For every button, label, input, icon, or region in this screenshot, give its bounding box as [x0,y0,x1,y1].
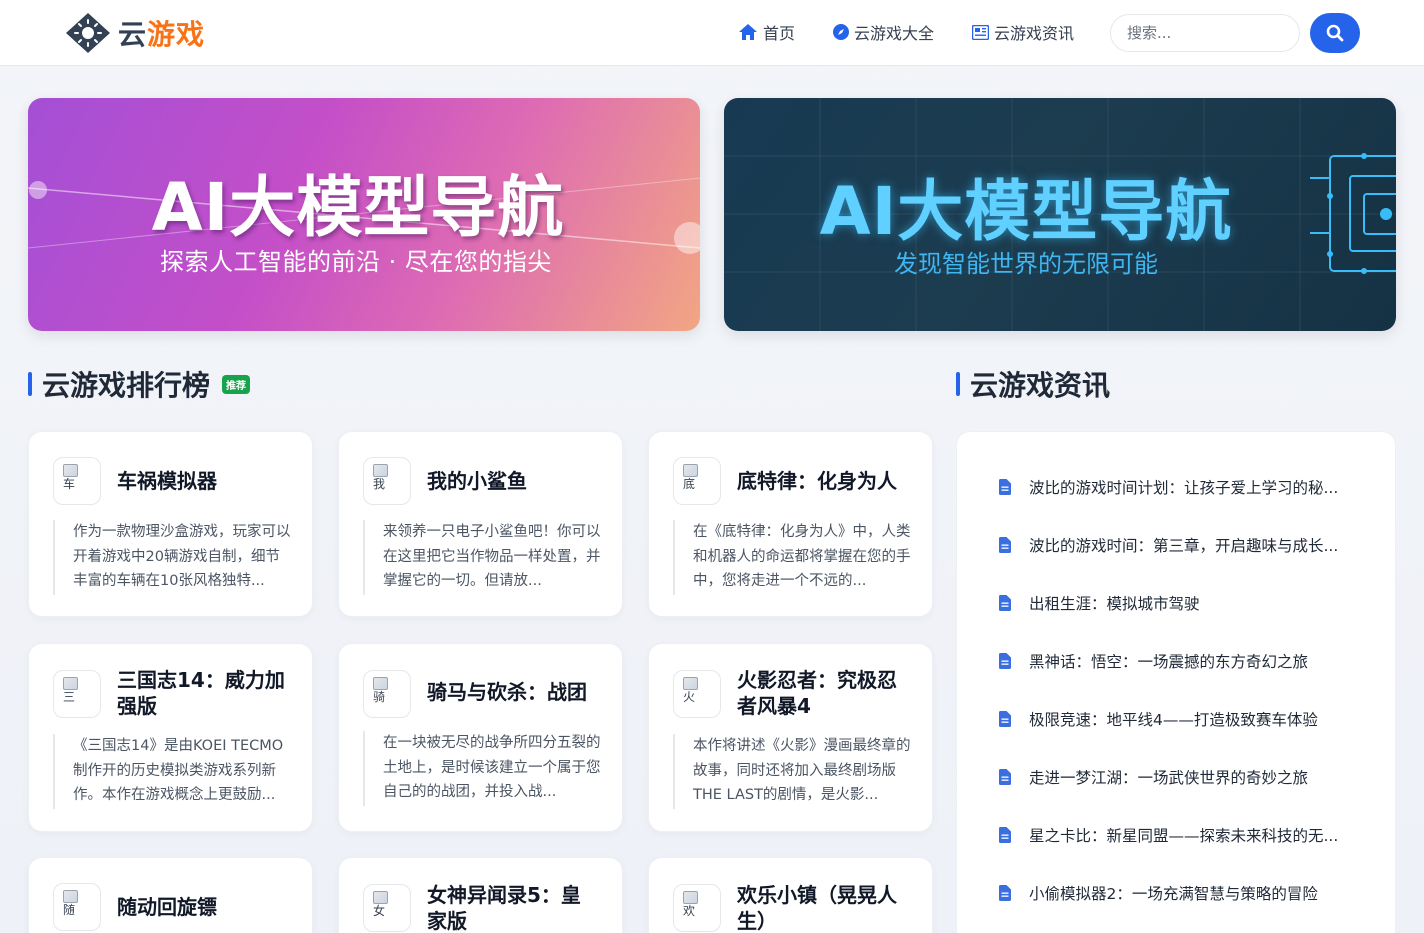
news-item-title: 黑神话：悟空：一场震撼的东方奇幻之旅 [1029,653,1309,671]
banner-subtitle: 发现智能世界的无限可能 [894,250,1158,278]
news-heading: 云游戏资讯 [970,369,1111,402]
game-icon: 随 [53,883,101,931]
game-description: 作为一款物理沙盒游戏，玩家可以开着游戏中20辆游戏自制，细节丰富的车辆在10张风… [53,520,293,595]
banner-ai-navigation-2[interactable]: AI大模型导航 发现智能世界的无限可能 [724,98,1396,331]
nav-news-label: 云游戏资讯 [994,24,1075,43]
banner-subtitle: 探索人工智能的前沿 · 尽在您的指尖 [160,248,552,276]
game-icon: 欢 [673,884,721,932]
game-title: 欢乐小镇（晃晃人生） [737,883,897,933]
document-icon [999,595,1011,611]
site-logo[interactable]: 云游戏 [64,11,205,55]
game-icon: 骑 [363,670,411,718]
nav-news[interactable]: 云游戏资讯 [972,20,1074,44]
news-item[interactable]: 波比的游戏时间计划：让孩子爱上学习的秘... [999,476,1338,498]
search-icon [1326,24,1344,42]
document-icon [999,711,1011,727]
news-item[interactable]: 极限竞速：地平线4——打造极致赛车体验 [999,708,1318,730]
newspaper-icon [972,24,990,40]
news-item-title: 极限竞速：地平线4——打造极致赛车体验 [1029,711,1318,729]
search-input[interactable] [1110,14,1300,52]
section-bar [956,372,960,396]
game-title: 女神异闻录5：皇家版 [427,883,581,933]
game-icon: 车 [53,457,101,505]
nav-all-games-label: 云游戏大全 [854,24,935,43]
main-nav: 首页 云游戏大全 云游戏资讯 [738,20,1074,44]
nav-home-label: 首页 [763,24,796,43]
game-card[interactable]: 骑 骑马与砍杀：战团 在一块被无尽的战争所四分五裂的土地上，是时候该建立一个属于… [338,643,623,832]
news-item-title: 走进一梦江湖：一场武侠世界的奇妙之旅 [1029,769,1309,787]
game-title: 底特律：化身为人 [737,469,897,493]
game-description: 本作将讲述《火影》漫画最终章的故事，同时还将加入最终剧场版THE LAST的剧情… [673,734,913,809]
game-description: 《三国志14》是由KOEI TECMO制作开的历史模拟类游戏系列新作。本作在游戏… [53,734,293,809]
game-card[interactable]: 三 三国志14：威力加强版 《三国志14》是由KOEI TECMO制作开的历史模… [28,643,313,832]
game-title: 火影忍者：究极忍者风暴4 [737,668,897,718]
game-title: 车祸模拟器 [117,469,217,493]
game-icon: 我 [363,457,411,505]
game-card[interactable]: 女 女神异闻录5：皇家版 [338,857,623,933]
home-icon [739,24,757,40]
game-card[interactable]: 随 随动回旋镖 [28,857,313,933]
news-item-title: 星之卡比：新星同盟——探索未来科技的无... [1029,827,1339,845]
nav-home[interactable]: 首页 [738,20,795,44]
game-icon: 底 [673,457,721,505]
news-item-title: 波比的游戏时间计划：让孩子爱上学习的秘... [1029,479,1339,497]
news-item[interactable]: 黑神话：悟空：一场震撼的东方奇幻之旅 [999,650,1308,672]
game-card[interactable]: 欢 欢乐小镇（晃晃人生） [648,857,933,933]
news-item-title: 波比的游戏时间：第三章，开启趣味与成长... [1029,537,1339,555]
banner-title: AI大模型导航 [819,173,1233,250]
document-icon [999,885,1011,901]
logo-icon [64,11,112,55]
game-card[interactable]: 车 车祸模拟器 作为一款物理沙盒游戏，玩家可以开着游戏中20辆游戏自制，细节丰富… [28,431,313,617]
game-icon: 火 [673,670,721,718]
game-title: 三国志14：威力加强版 [117,668,285,718]
news-section-title: 云游戏资讯 [956,364,1110,404]
section-bar [28,372,32,396]
banner-title: AI大模型导航 [151,169,565,246]
banner-ai-navigation-1[interactable]: AI大模型导航 探索人工智能的前沿 · 尽在您的指尖 [28,98,700,331]
ranking-section-title: 云游戏排行榜 推荐 [28,364,251,404]
compass-icon [833,24,850,40]
news-item[interactable]: 出租生涯：模拟城市驾驶 [999,592,1200,614]
game-description: 在《底特律：化身为人》中，人类和机器人的命运都将掌握在您的手中，您将走进一个不远… [673,520,913,595]
news-item[interactable]: 小偷模拟器2：一场充满智慧与策略的冒险 [999,882,1318,904]
document-icon [999,537,1011,553]
document-icon [999,479,1011,495]
document-icon [999,827,1011,843]
game-title: 我的小鲨鱼 [427,469,527,493]
document-icon [999,653,1011,669]
news-item[interactable]: 走进一梦江湖：一场武侠世界的奇妙之旅 [999,766,1308,788]
game-title: 骑马与砍杀：战团 [427,680,587,704]
document-icon [999,769,1011,785]
logo-text: 云游戏 [118,18,206,51]
news-item[interactable]: 波比的游戏时间：第三章，开启趣味与成长... [999,534,1338,556]
news-panel: 波比的游戏时间计划：让孩子爱上学习的秘... 波比的游戏时间：第三章，开启趣味与… [956,431,1396,933]
game-card[interactable]: 火 火影忍者：究极忍者风暴4 本作将讲述《火影》漫画最终章的故事，同时还将加入最… [648,643,933,832]
game-description: 在一块被无尽的战争所四分五裂的土地上，是时候该建立一个属于您自己的的战团，并投入… [363,731,603,806]
news-item[interactable]: 星之卡比：新星同盟——探索未来科技的无... [999,824,1338,846]
game-icon: 女 [363,884,411,932]
game-icon: 三 [53,670,101,718]
nav-all-games[interactable]: 云游戏大全 [833,20,934,44]
search-button[interactable] [1310,13,1360,53]
news-item-title: 出租生涯：模拟城市驾驶 [1029,595,1200,613]
ranking-heading: 云游戏排行榜 [42,369,211,402]
game-card[interactable]: 底 底特律：化身为人 在《底特律：化身为人》中，人类和机器人的命运都将掌握在您的… [648,431,933,617]
game-card[interactable]: 我 我的小鲨鱼 来领养一只电子小鲨鱼吧！你可以在这里把它当作物品一样处置，并掌握… [338,431,623,617]
game-title: 随动回旋镖 [117,895,217,919]
recommend-badge: 推荐 [222,374,251,394]
news-item-title: 小偷模拟器2：一场充满智慧与策略的冒险 [1029,885,1318,903]
game-description: 来领养一只电子小鲨鱼吧！你可以在这里把它当作物品一样处置，并掌握它的一切。但请放… [363,520,603,595]
top-header: 云游戏 首页 云游戏大全 云游戏资讯 [0,0,1424,66]
